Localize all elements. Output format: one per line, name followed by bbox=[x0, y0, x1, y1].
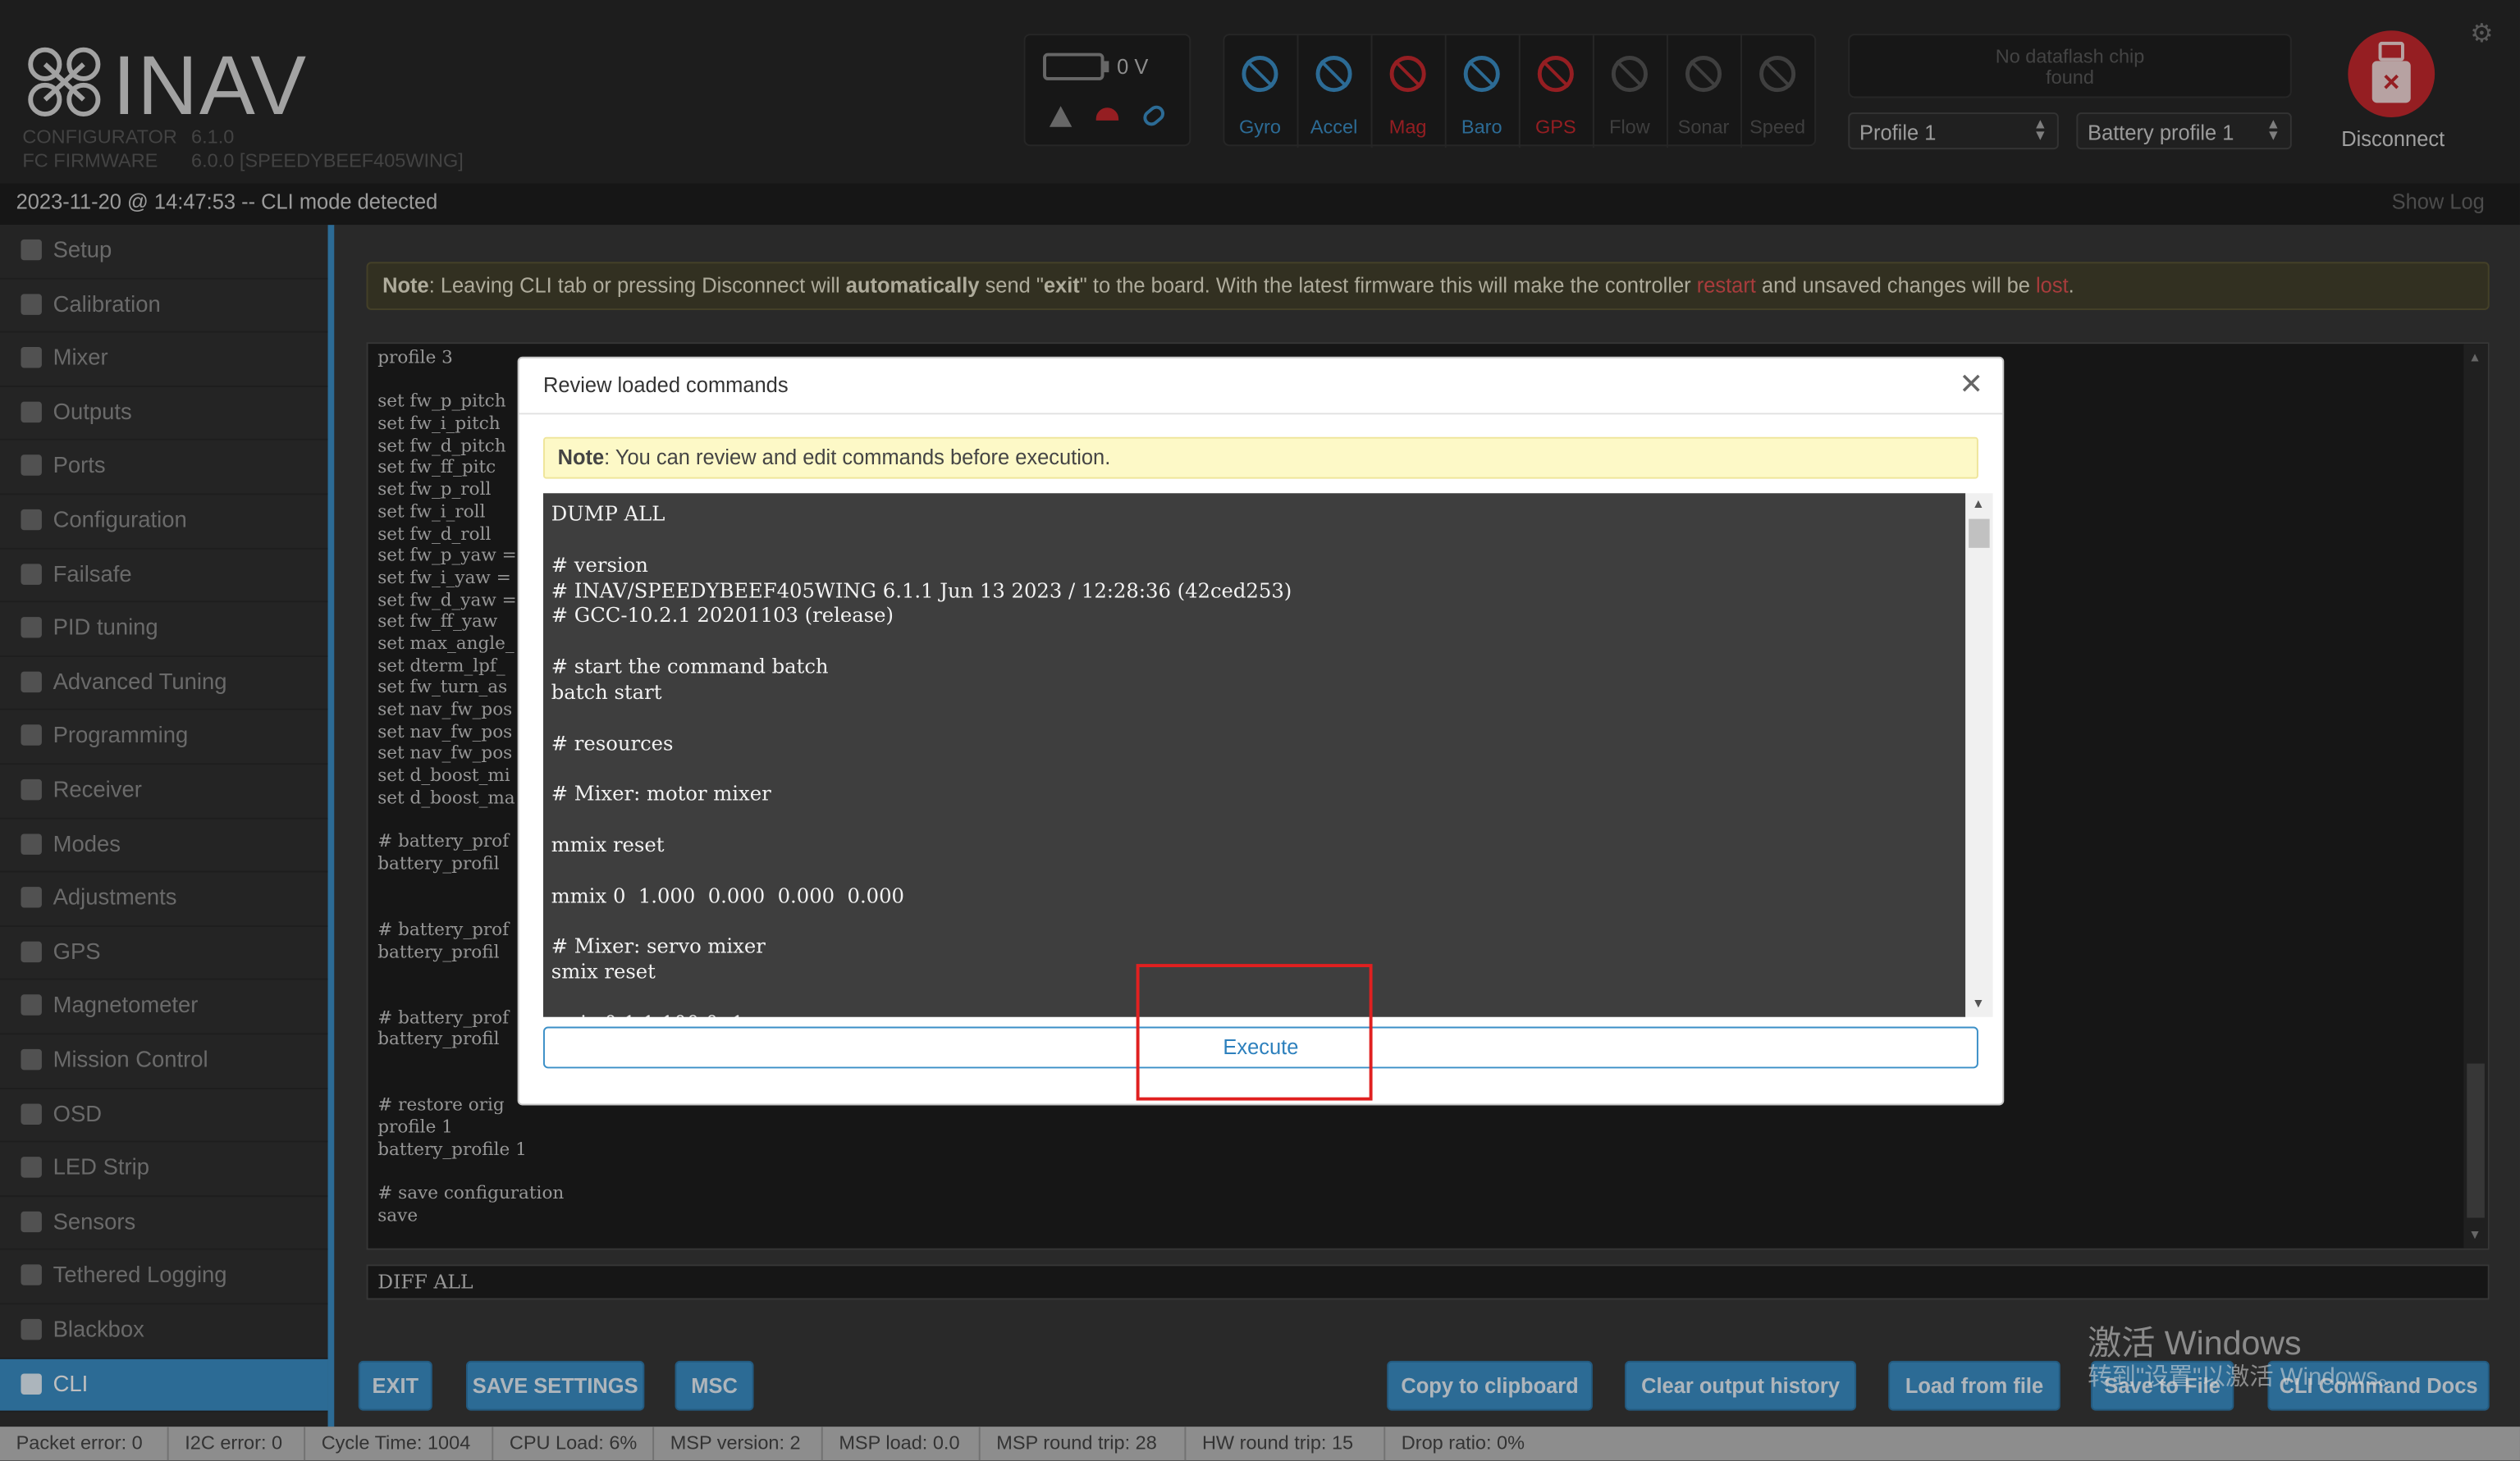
commands-editor-scrollbar[interactable]: ▲ ▼ bbox=[1965, 493, 1993, 1017]
close-icon[interactable]: ✕ bbox=[1959, 368, 1983, 401]
dialog-note: Note: You can review and edit commands b… bbox=[542, 436, 1978, 479]
execute-highlight-box bbox=[1136, 964, 1373, 1101]
dialog-divider bbox=[519, 413, 2003, 415]
dialog-title: Review loaded commands bbox=[542, 372, 789, 397]
commands-editor[interactable]: DUMP ALL # version # INAV/SPEEDYBEEF405W… bbox=[542, 493, 1966, 1017]
windows-activation-hint: 转到"设置"以激活 Windows。 bbox=[2088, 1363, 2403, 1392]
